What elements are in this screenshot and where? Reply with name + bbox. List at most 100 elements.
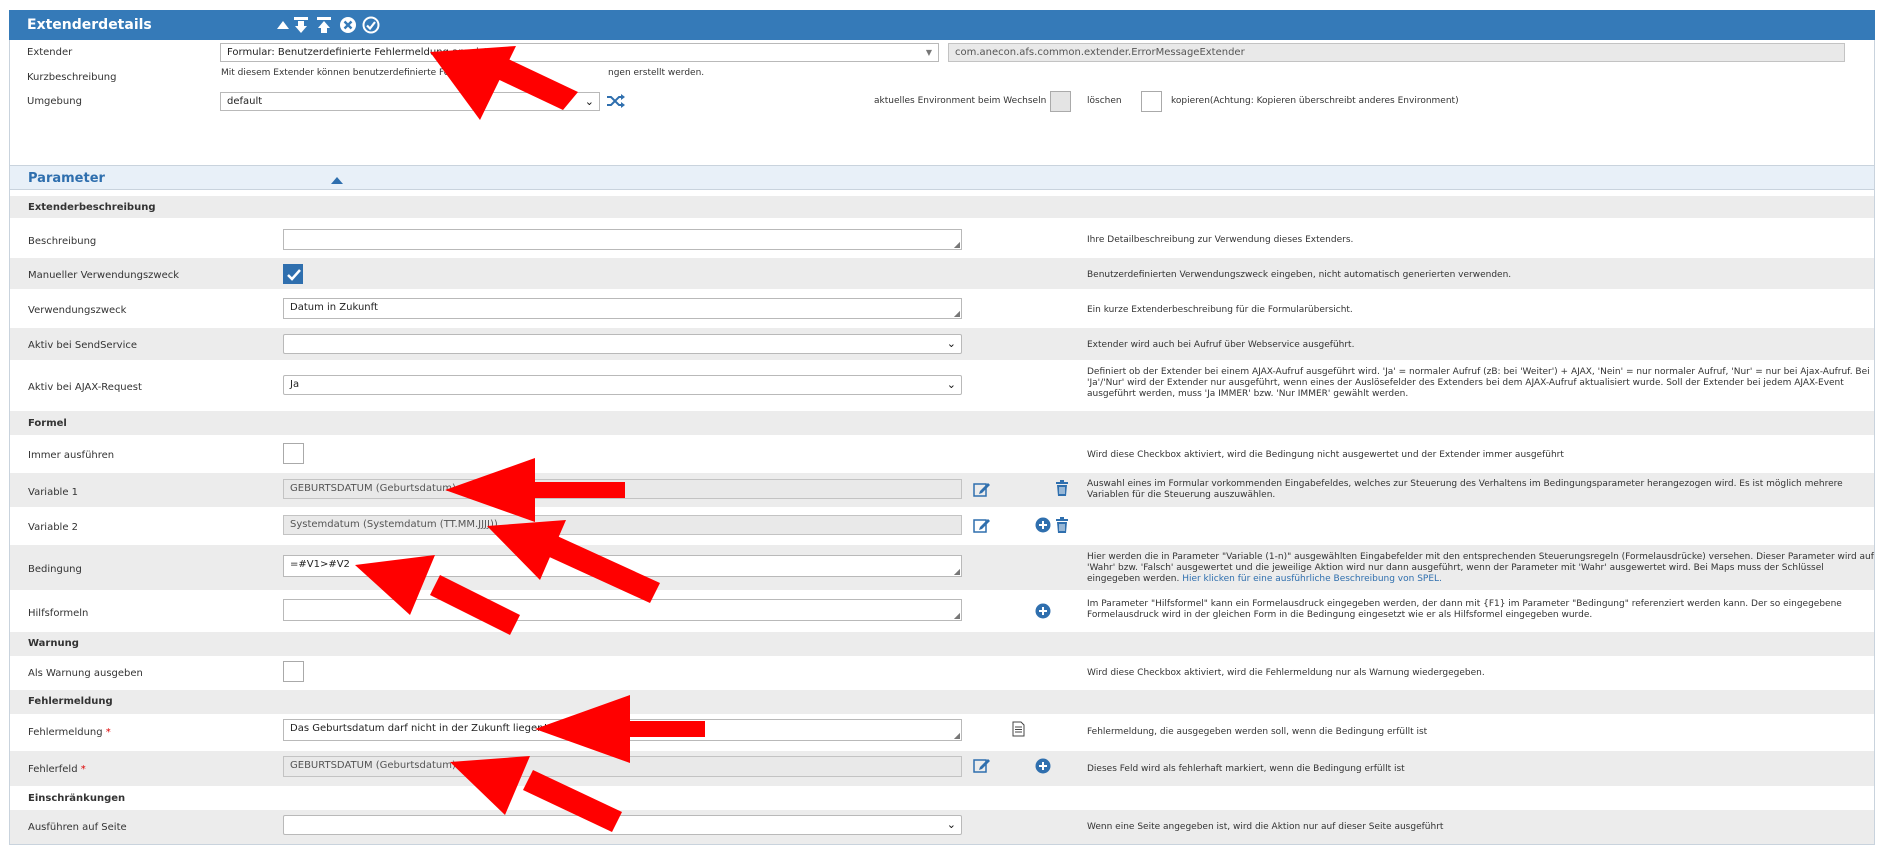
row-bedingung: Bedingung =#V1>#V2 ◢ Hier werden die in … [10,545,1874,590]
resize-handle-icon[interactable]: ◢ [954,568,960,576]
group-extenderbeschreibung: Extenderbeschreibung [10,196,1874,218]
ajax-select[interactable]: Ja ⌄ [283,375,962,395]
row-immer-ausfuehren: Immer ausführen Wird diese Checkbox akti… [10,438,1874,470]
group-title: Warnung [28,638,79,649]
row-verwendungszweck: Verwendungszweck Datum in Zukunft ◢ Ein … [10,293,1874,325]
group-fehlermeldung: Fehlermeldung [10,690,1874,714]
row-beschreibung: Beschreibung ◢ Ihre Detailbeschreibung z… [10,224,1874,254]
trash-icon[interactable] [1055,480,1069,496]
collapse-up-icon[interactable] [330,175,344,185]
edit-icon[interactable] [973,757,991,773]
bedingung-value: =#V1>#V2 [290,559,350,570]
variable-1-label: Variable 1 [28,487,79,498]
manuell-checkbox[interactable] [283,264,303,284]
seite-description: Wenn eine Seite angegeben ist, wird die … [1087,822,1444,832]
seite-select[interactable]: ⌄ [283,815,962,835]
trash-icon[interactable] [1055,517,1069,533]
fehlerfeld-label: Fehlerfeld * [28,764,86,775]
sendservice-label: Aktiv bei SendService [28,340,138,351]
group-formel: Formel [10,411,1874,435]
variable-1-field[interactable]: GEBURTSDATUM (Geburtsdatum) [283,479,962,499]
verwendungszweck-label: Verwendungszweck [28,305,127,316]
umgebung-select[interactable]: default ⌄ [220,92,600,111]
resize-handle-icon[interactable]: ◢ [954,732,960,740]
verwendungszweck-value: Datum in Zukunft [290,302,378,313]
umgebung-label: Umgebung [27,96,82,107]
document-icon[interactable] [1012,721,1025,737]
cancel-circle-icon[interactable] [339,16,357,34]
group-einschraenkungen: Einschränkungen [10,786,1874,810]
edit-icon[interactable] [973,517,991,533]
row-sendservice: Aktiv bei SendService ⌄ Extender wird au… [10,328,1874,360]
hilfsformeln-description: Im Parameter "Hilfsformel" kann ein Form… [1087,599,1842,620]
hilfsformeln-textarea[interactable]: ◢ [283,599,962,621]
warnung-checkbox[interactable] [283,661,304,682]
chevron-down-icon: ⌄ [584,95,594,108]
panel-header: Extenderdetails [9,10,1875,40]
verwendungszweck-description: Ein kurze Extenderbeschreibung für die F… [1087,305,1353,315]
edit-icon[interactable] [973,481,991,497]
immer-label: Immer ausführen [28,450,115,461]
verwendungszweck-textarea[interactable]: Datum in Zukunft ◢ [283,298,962,319]
beschreibung-textarea[interactable]: ◢ [283,229,962,250]
move-down-icon[interactable] [292,16,310,34]
group-title: Extenderbeschreibung [28,202,156,213]
fehlerfeld-label-text: Fehlerfeld [28,764,78,775]
fehlermeldung-value: Das Geburtsdatum darf nicht in der Zukun… [290,723,548,734]
extender-select-value: Formular: Benutzerdefinierte Fehlermeldu… [227,47,498,58]
beschreibung-description: Ihre Detailbeschreibung zur Verwendung d… [1087,235,1354,245]
required-mark: * [105,727,111,738]
chevron-down-icon: ⌄ [946,818,956,831]
immer-checkbox[interactable] [283,443,304,464]
kopieren-checkbox[interactable] [1141,91,1162,112]
panel-title: Extenderdetails [27,17,152,33]
resize-handle-icon[interactable]: ◢ [954,310,960,318]
kurzbeschreibung-label: Kurzbeschreibung [27,72,117,83]
extender-class-field: com.anecon.afs.common.extender.ErrorMess… [948,43,1845,62]
ajax-description: Definiert ob der Extender bei einem AJAX… [1087,367,1870,399]
fehlerfeld-field[interactable]: GEBURTSDATUM (Geburtsdatum) [283,756,962,777]
confirm-circle-icon[interactable] [362,16,380,34]
row-ajax-request: Aktiv bei AJAX-Request Ja ⌄ Definiert ob… [10,363,1874,407]
resize-handle-icon[interactable]: ◢ [954,612,960,620]
chevron-down-icon: ⌄ [946,337,956,350]
row-variable-1: Variable 1 GEBURTSDATUM (Geburtsdatum) A… [10,473,1874,507]
loeschen-checkbox[interactable] [1050,91,1071,112]
extender-class-value: com.anecon.afs.common.extender.ErrorMess… [955,47,1245,58]
extender-select[interactable]: Formular: Benutzerdefinierte Fehlermeldu… [220,43,939,62]
add-circle-icon[interactable] [1035,603,1051,619]
fehlerfeld-value: GEBURTSDATUM (Geburtsdatum) [290,760,456,771]
loeschen-label: löschen [1087,96,1122,106]
add-circle-icon[interactable] [1035,758,1051,774]
beschreibung-label: Beschreibung [28,236,97,247]
manuell-label: Manueller Verwendungszweck [28,270,180,281]
bedingung-textarea[interactable]: =#V1>#V2 ◢ [283,555,962,577]
row-fehlerfeld: Fehlerfeld * GEBURTSDATUM (Geburtsdatum)… [10,751,1874,786]
move-up-icon[interactable] [315,16,333,34]
variable-1-value: GEBURTSDATUM (Geburtsdatum) [290,483,456,494]
dropdown-triangle-icon: ▼ [925,48,932,57]
sendservice-select[interactable]: ⌄ [283,334,962,354]
collapse-up-icon[interactable] [274,16,292,34]
row-ausfuehren-auf-seite: Ausführen auf Seite ⌄ Wenn eine Seite an… [10,810,1874,844]
row-variable-2: Variable 2 Systemdatum (Systemdatum (TT.… [10,509,1874,543]
fehlermeldung-label-text: Fehlermeldung [28,727,103,738]
spel-help-link[interactable]: Hier klicken für eine ausführliche Besch… [1182,574,1442,584]
group-title: Einschränkungen [28,793,126,804]
bedingung-description: Hier werden die in Parameter "Variable (… [1087,552,1877,585]
shuffle-icon[interactable] [606,92,626,110]
kurzbeschreibung-text-b: ngen erstellt werden. [608,68,705,78]
seite-label: Ausführen auf Seite [28,822,127,833]
resize-handle-icon[interactable]: ◢ [954,241,960,249]
group-title: Fehlermeldung [28,696,113,707]
env-switch-label: aktuelles Environment beim Wechseln [874,96,1047,106]
manuell-description: Benutzerdefinierten Verwendungszweck ein… [1087,270,1512,280]
variable-2-field[interactable]: Systemdatum (Systemdatum (TT.MM.JJJJ)) [283,515,962,535]
fehlermeldung-textarea[interactable]: Das Geburtsdatum darf nicht in der Zukun… [283,719,962,741]
row-manueller-verwendungszweck: Manueller Verwendungszweck Benutzerdefin… [10,258,1874,289]
add-circle-icon[interactable] [1035,517,1051,533]
row-fehlermeldung: Fehlermeldung * Das Geburtsdatum darf ni… [10,713,1874,749]
group-title: Formel [28,418,67,429]
variable-1-description: Auswahl eines im Formular vorkommenden E… [1087,479,1843,500]
warnung-label: Als Warnung ausgeben [28,668,143,679]
